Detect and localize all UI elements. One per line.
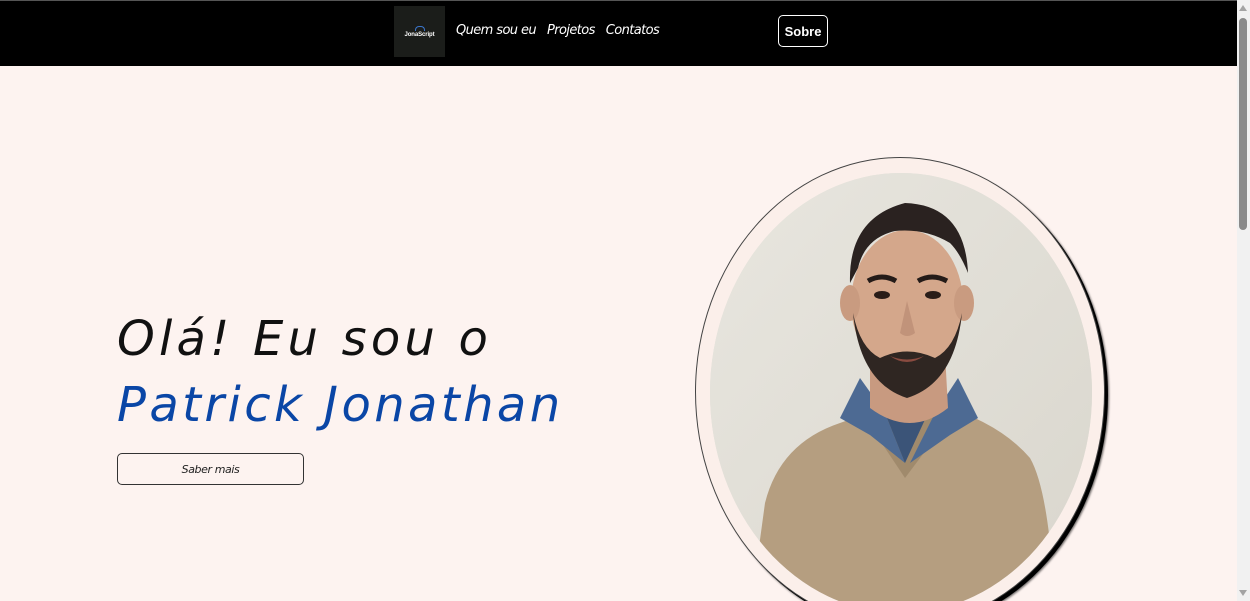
scroll-up-arrow-icon[interactable] <box>1239 5 1247 11</box>
nav-link-quem-sou-eu[interactable]: Quem sou eu <box>456 23 537 38</box>
hero-name: Patrick Jonathan <box>117 377 564 433</box>
main-nav: Quem sou eu Projetos Contatos <box>456 23 660 38</box>
logo-text: JonaScript <box>404 31 435 38</box>
code-logo-icon <box>414 25 425 31</box>
scroll-down-arrow-icon[interactable] <box>1239 590 1247 596</box>
top-navigation-bar: JonaScript Quem sou eu Projetos Contatos… <box>0 0 1237 66</box>
scroll-thumb[interactable] <box>1239 18 1247 230</box>
portrait-frame <box>695 157 1105 601</box>
nav-link-contatos[interactable]: Contatos <box>606 23 660 38</box>
hero-greeting: Olá! Eu sou o <box>117 311 493 367</box>
nav-link-projetos[interactable]: Projetos <box>547 23 595 38</box>
sobre-button[interactable]: Sobre <box>778 15 828 47</box>
profile-photo <box>710 173 1092 601</box>
page-scrollbar[interactable] <box>1237 0 1250 601</box>
page: JonaScript Quem sou eu Projetos Contatos… <box>0 0 1250 601</box>
saber-mais-button[interactable]: Saber mais <box>117 453 304 485</box>
site-logo[interactable]: JonaScript <box>394 6 445 57</box>
